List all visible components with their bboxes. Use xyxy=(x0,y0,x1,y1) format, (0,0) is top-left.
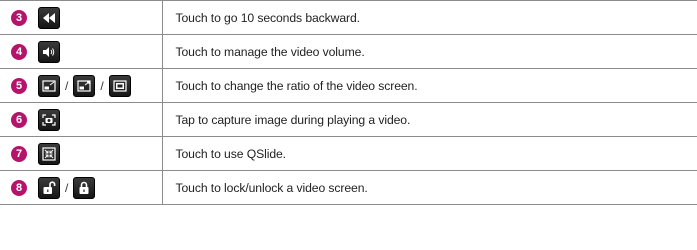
table-row: 5 / / Touch to change the ratio of the v… xyxy=(0,68,697,103)
row-number-badge: 7 xyxy=(11,145,27,162)
capture-icon xyxy=(38,108,60,131)
row-number-badge: 3 xyxy=(11,9,27,26)
row-description: Touch to go 10 seconds backward. xyxy=(161,0,697,35)
row-description: Tap to capture image during playing a vi… xyxy=(161,102,697,137)
separator: / xyxy=(65,180,69,195)
row-number-badge: 6 xyxy=(11,111,27,128)
table-row: 6 Tap to capture image during playing a … xyxy=(0,102,697,137)
table-row: 4 Touch to manage the video volume. xyxy=(0,34,697,69)
row-description: Touch to use QSlide. xyxy=(161,136,697,171)
row-number-badge: 5 xyxy=(11,77,27,94)
lock-icon xyxy=(73,176,96,199)
row-description: Touch to lock/unlock a video screen. xyxy=(161,170,697,205)
row-description: Touch to manage the video volume. xyxy=(161,34,697,69)
ratio-shrink-icon xyxy=(38,74,60,97)
separator: / xyxy=(100,78,104,93)
qslide-icon xyxy=(38,142,60,165)
rewind-icon xyxy=(38,6,60,29)
ratio-expand-icon xyxy=(73,74,96,97)
controls-table: 3 Touch to go 10 seconds backward. 4 Tou… xyxy=(0,0,697,205)
table-row: 8 / Touch to lock/unlock a video screen. xyxy=(0,170,697,205)
row-number-badge: 8 xyxy=(11,179,27,196)
row-number-badge: 4 xyxy=(11,43,27,60)
table-row: 3 Touch to go 10 seconds backward. xyxy=(0,0,697,35)
ratio-fit-icon xyxy=(108,74,131,97)
row-description: Touch to change the ratio of the video s… xyxy=(161,68,697,103)
volume-icon xyxy=(38,40,60,63)
separator: / xyxy=(65,78,69,93)
table-row: 7 Touch to use QSlide. xyxy=(0,136,697,171)
unlock-icon xyxy=(38,176,60,199)
